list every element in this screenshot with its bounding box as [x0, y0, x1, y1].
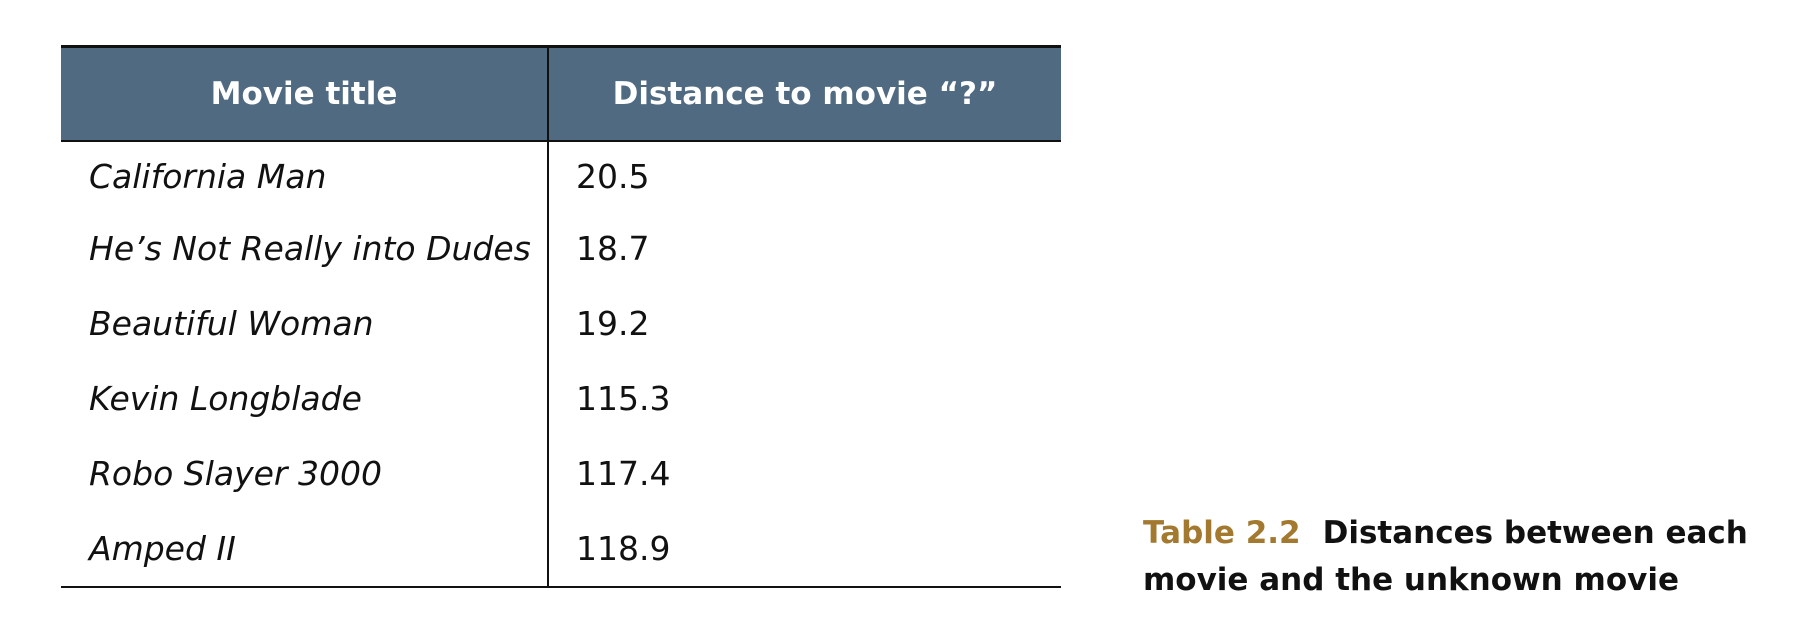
table-row: He’s Not Really into Dudes 18.7	[61, 211, 1061, 286]
movie-title-cell: Beautiful Woman	[89, 304, 374, 343]
table-caption: Table 2.2 Distances between each movie an…	[1143, 510, 1783, 604]
distance-cell: 19.2	[547, 286, 1061, 361]
column-header-distance: Distance to movie “?”	[547, 45, 1061, 142]
distance-cell: 118.9	[547, 511, 1061, 588]
movie-title-cell: California Man	[89, 157, 327, 196]
distances-table: Movie title Distance to movie “?” Califo…	[61, 45, 1061, 588]
distance-cell: 115.3	[547, 361, 1061, 436]
distance-cell: 18.7	[547, 211, 1061, 286]
table-row: Amped II 118.9	[61, 511, 1061, 588]
movie-title-cell: Robo Slayer 3000	[89, 454, 382, 493]
column-header-movie-title: Movie title	[61, 45, 548, 142]
table-header-row: Movie title Distance to movie “?”	[61, 45, 1061, 142]
table-row: Kevin Longblade 115.3	[61, 361, 1061, 436]
distance-cell: 117.4	[547, 436, 1061, 511]
table-caption-label: Table 2.2	[1143, 515, 1301, 551]
movie-title-cell: Amped II	[61, 511, 548, 588]
table-row: Beautiful Woman 19.2	[61, 286, 1061, 361]
movie-title-cell: He’s Not Really into Dudes	[89, 229, 531, 268]
table-row: California Man 20.5	[61, 141, 1061, 211]
table-row: Robo Slayer 3000 117.4	[61, 436, 1061, 511]
distance-cell: 20.5	[547, 141, 1061, 211]
movie-title-cell: Kevin Longblade	[89, 379, 362, 418]
